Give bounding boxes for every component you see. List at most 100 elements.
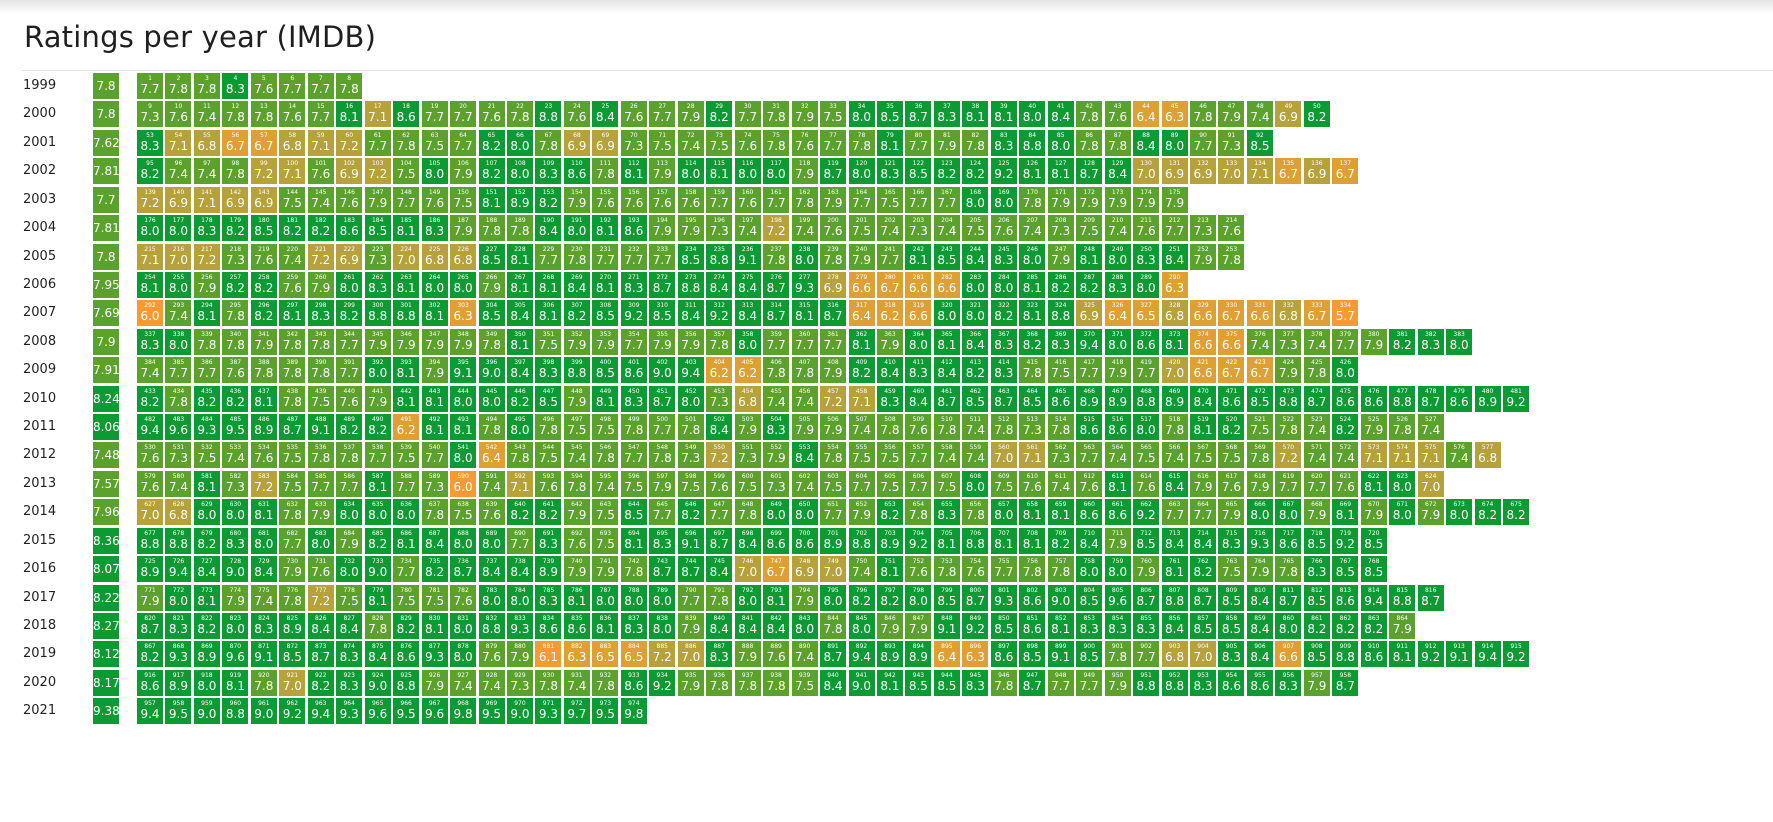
episode-cell[interactable]: 931 7.4 bbox=[563, 669, 590, 696]
episode-cell[interactable]: 270 8.1 bbox=[592, 271, 619, 298]
episode-cell[interactable]: 137 6.7 bbox=[1332, 158, 1359, 185]
episode-cell[interactable]: 246 8.0 bbox=[1019, 243, 1046, 270]
episode-cell[interactable]: 796 8.2 bbox=[848, 584, 875, 611]
episode-cell[interactable]: 539 7.5 bbox=[393, 442, 420, 469]
episode-cell[interactable]: 448 7.9 bbox=[563, 385, 590, 412]
episode-cell[interactable]: 786 8.1 bbox=[563, 584, 590, 611]
episode-cell[interactable]: 216 7.0 bbox=[165, 243, 192, 270]
episode-cell[interactable]: 196 7.3 bbox=[706, 215, 733, 242]
episode-cell[interactable]: 187 7.9 bbox=[450, 215, 477, 242]
episode-cell[interactable]: 325 6.9 bbox=[1076, 300, 1103, 327]
episode-cell[interactable]: 125 9.2 bbox=[990, 158, 1017, 185]
episode-cell[interactable]: 106 7.9 bbox=[450, 158, 477, 185]
episode-cell[interactable]: 537 7.8 bbox=[336, 442, 363, 469]
episode-cell[interactable]: 506 7.9 bbox=[820, 414, 847, 441]
episode-cell[interactable]: 75 7.8 bbox=[763, 129, 790, 156]
episode-cell[interactable]: 619 7.7 bbox=[1275, 470, 1302, 497]
episode-cell[interactable]: 290 6.3 bbox=[1161, 271, 1188, 298]
episode-cell[interactable]: 569 7.8 bbox=[1246, 442, 1273, 469]
episode-cell[interactable]: 921 7.0 bbox=[279, 669, 306, 696]
episode-cell[interactable]: 633 7.9 bbox=[307, 499, 334, 526]
episode-cell[interactable]: 315 8.1 bbox=[791, 300, 818, 327]
episode-cell[interactable]: 710 8.4 bbox=[1076, 527, 1103, 554]
episode-cell[interactable]: 822 8.2 bbox=[193, 612, 220, 639]
episode-cell[interactable]: 441 7.9 bbox=[364, 385, 391, 412]
episode-cell[interactable]: 426 8.0 bbox=[1332, 357, 1359, 384]
episode-cell[interactable]: 871 9.1 bbox=[250, 641, 277, 668]
episode-cell[interactable]: 242 8.1 bbox=[905, 243, 932, 270]
episode-cell[interactable]: 965 9.6 bbox=[364, 698, 391, 725]
episode-cell[interactable]: 89 8.0 bbox=[1161, 129, 1188, 156]
episode-cell[interactable]: 709 8.2 bbox=[1047, 527, 1074, 554]
episode-cell[interactable]: 493 8.1 bbox=[450, 414, 477, 441]
episode-cell[interactable]: 367 8.3 bbox=[990, 328, 1017, 355]
episode-cell[interactable]: 492 8.1 bbox=[421, 414, 448, 441]
episode-cell[interactable]: 420 7.0 bbox=[1161, 357, 1188, 384]
episode-cell[interactable]: 742 7.8 bbox=[620, 556, 647, 583]
episode-cell[interactable]: 759 8.0 bbox=[1104, 556, 1131, 583]
episode-cell[interactable]: 316 8.7 bbox=[820, 300, 847, 327]
episode-cell[interactable]: 49 6.9 bbox=[1275, 101, 1302, 128]
episode-cell[interactable]: 925 8.8 bbox=[393, 669, 420, 696]
episode-cell[interactable]: 896 6.3 bbox=[962, 641, 989, 668]
episode-cell[interactable]: 725 8.9 bbox=[137, 556, 163, 583]
episode-cell[interactable]: 834 8.6 bbox=[535, 612, 562, 639]
episode-cell[interactable]: 284 8.0 bbox=[990, 271, 1017, 298]
episode-cell[interactable]: 213 7.3 bbox=[1190, 215, 1217, 242]
episode-cell[interactable]: 184 8.5 bbox=[364, 215, 391, 242]
episode-cell[interactable]: 869 8.9 bbox=[193, 641, 220, 668]
episode-cell[interactable]: 258 8.2 bbox=[250, 271, 277, 298]
episode-cell[interactable]: 333 6.7 bbox=[1303, 300, 1330, 327]
episode-cell[interactable]: 803 9.0 bbox=[1047, 584, 1074, 611]
episode-cell[interactable]: 673 8.0 bbox=[1446, 499, 1473, 526]
episode-cell[interactable]: 405 6.2 bbox=[734, 357, 761, 384]
episode-cell[interactable]: 116 8.0 bbox=[734, 158, 761, 185]
episode-cell[interactable]: 401 8.6 bbox=[620, 357, 647, 384]
episode-cell[interactable]: 209 7.5 bbox=[1076, 215, 1103, 242]
episode-cell[interactable]: 648 7.8 bbox=[734, 499, 761, 526]
episode-cell[interactable]: 650 8.0 bbox=[791, 499, 818, 526]
episode-cell[interactable]: 550 7.2 bbox=[706, 442, 733, 469]
episode-cell[interactable]: 699 8.6 bbox=[763, 527, 790, 554]
episode-cell[interactable]: 191 8.0 bbox=[563, 215, 590, 242]
episode-cell[interactable]: 464 8.5 bbox=[1019, 385, 1046, 412]
episode-cell[interactable]: 64 7.7 bbox=[450, 129, 477, 156]
episode-cell[interactable]: 357 7.8 bbox=[706, 328, 733, 355]
episode-cell[interactable]: 206 7.6 bbox=[990, 215, 1017, 242]
episode-cell[interactable]: 280 6.7 bbox=[876, 271, 903, 298]
episode-cell[interactable]: 762 8.2 bbox=[1190, 556, 1217, 583]
episode-cell[interactable]: 621 7.6 bbox=[1332, 470, 1359, 497]
episode-cell[interactable]: 365 8.1 bbox=[933, 328, 960, 355]
episode-cell[interactable]: 703 8.9 bbox=[876, 527, 903, 554]
episode-cell[interactable]: 956 8.3 bbox=[1275, 669, 1302, 696]
episode-cell[interactable]: 160 7.6 bbox=[734, 186, 761, 213]
episode-cell[interactable]: 514 7.8 bbox=[1047, 414, 1074, 441]
episode-cell[interactable]: 332 6.8 bbox=[1275, 300, 1302, 327]
episode-cell[interactable]: 338 8.0 bbox=[165, 328, 192, 355]
episode-cell[interactable]: 829 8.2 bbox=[393, 612, 420, 639]
episode-cell[interactable]: 559 7.4 bbox=[962, 442, 989, 469]
episode-cell[interactable]: 410 8.4 bbox=[876, 357, 903, 384]
episode-cell[interactable]: 79 8.1 bbox=[876, 129, 903, 156]
episode-cell[interactable]: 857 8.5 bbox=[1190, 612, 1217, 639]
episode-cell[interactable]: 488 9.1 bbox=[307, 414, 334, 441]
episode-cell[interactable]: 655 8.3 bbox=[933, 499, 960, 526]
episode-cell[interactable]: 927 7.4 bbox=[450, 669, 477, 696]
episode-cell[interactable]: 114 8.0 bbox=[677, 158, 704, 185]
episode-cell[interactable]: 129 8.4 bbox=[1104, 158, 1131, 185]
episode-cell[interactable]: 575 7.1 bbox=[1417, 442, 1444, 469]
episode-cell[interactable]: 4 8.3 bbox=[222, 73, 249, 99]
episode-cell[interactable]: 281 6.6 bbox=[905, 271, 932, 298]
episode-cell[interactable]: 600 7.5 bbox=[734, 470, 761, 497]
episode-cell[interactable]: 12 7.8 bbox=[222, 101, 249, 128]
episode-cell[interactable]: 565 7.5 bbox=[1133, 442, 1160, 469]
episode-cell[interactable]: 679 8.2 bbox=[193, 527, 220, 554]
episode-cell[interactable]: 443 8.1 bbox=[421, 385, 448, 412]
episode-cell[interactable]: 751 8.1 bbox=[876, 556, 903, 583]
episode-cell[interactable]: 926 7.9 bbox=[421, 669, 448, 696]
episode-cell[interactable]: 907 6.6 bbox=[1275, 641, 1302, 668]
episode-cell[interactable]: 792 8.0 bbox=[734, 584, 761, 611]
episode-cell[interactable]: 522 7.8 bbox=[1275, 414, 1302, 441]
episode-cell[interactable]: 208 7.3 bbox=[1047, 215, 1074, 242]
episode-cell[interactable]: 836 8.1 bbox=[592, 612, 619, 639]
